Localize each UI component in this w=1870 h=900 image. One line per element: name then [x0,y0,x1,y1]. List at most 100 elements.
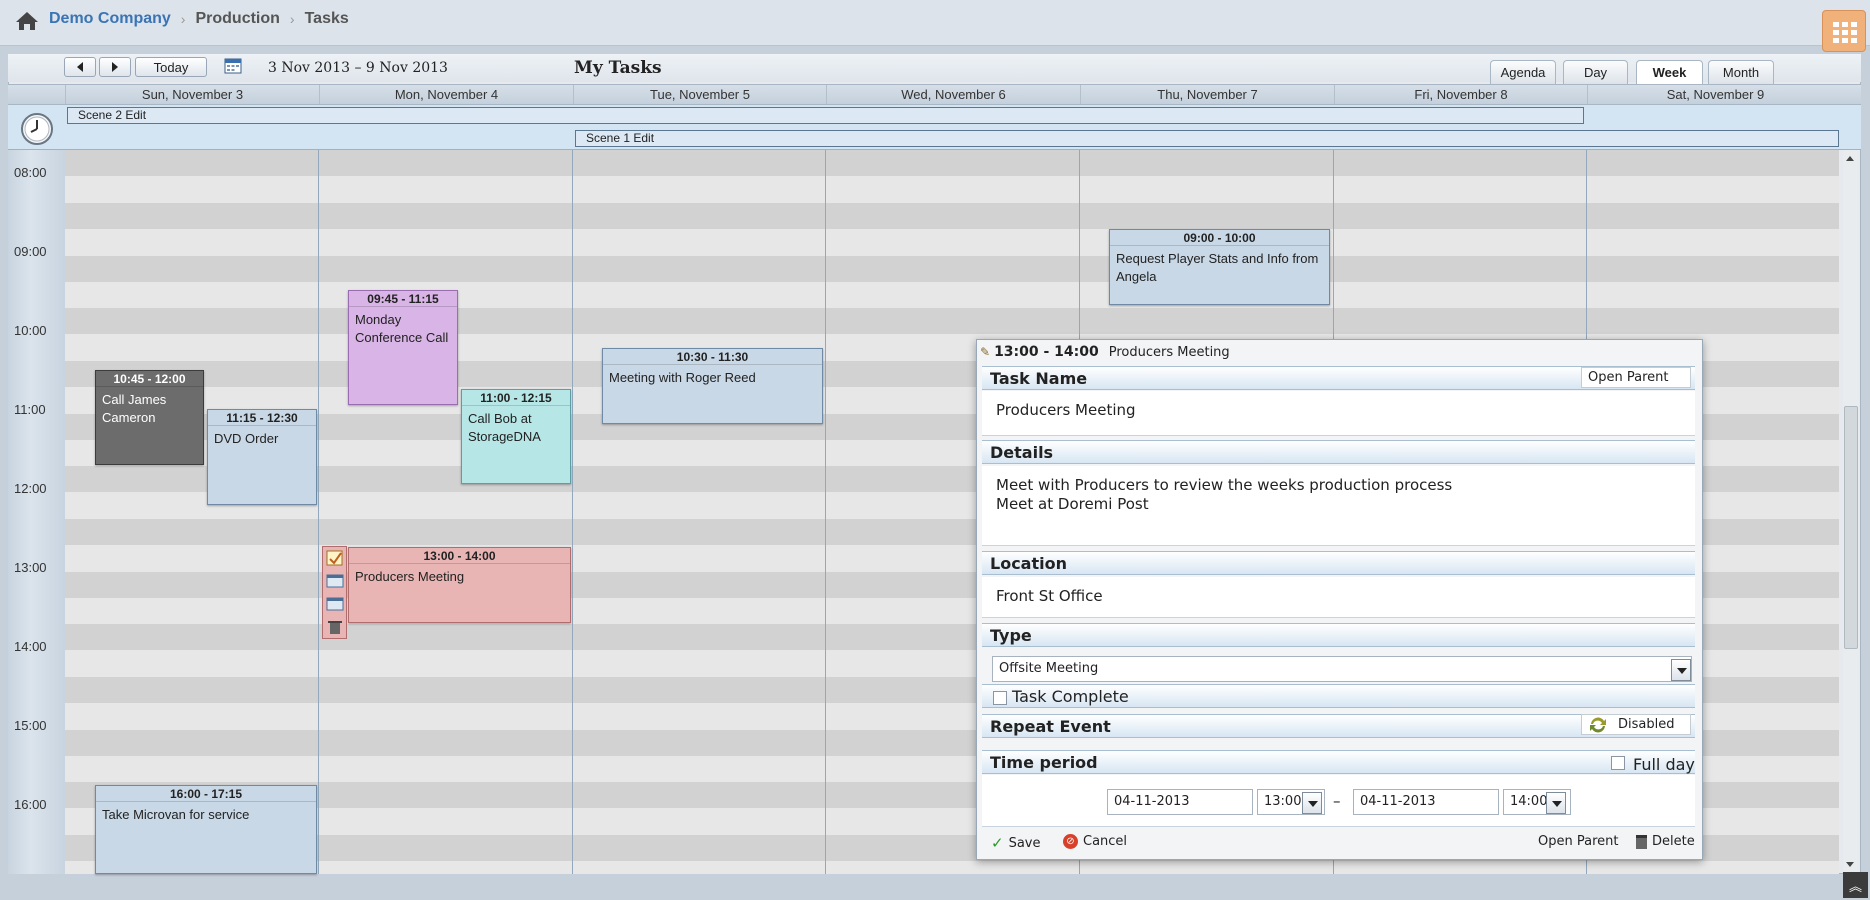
event-microvan[interactable]: 16:00 - 17:15 Take Microvan for service [95,785,317,874]
cancel-icon: ⊘ [1063,834,1078,849]
start-date-field[interactable]: 04-11-2013 [1107,789,1253,815]
editor-header-time: 13:00 - 14:00 [994,344,1099,360]
task-name-label: Task Name [990,369,1088,388]
save-button[interactable]: ✓ Save [991,834,1041,852]
tab-month[interactable]: Month [1708,60,1774,84]
save-label: Save [1008,835,1041,851]
calendar-title: My Tasks [574,58,662,78]
grid-icon [1833,22,1857,43]
tab-day[interactable]: Day [1563,60,1628,84]
chevron-down-icon[interactable] [1546,792,1566,814]
event-text: Meeting with Roger Reed [609,370,756,385]
event-time: 10:45 - 12:00 [96,371,203,387]
event-time: 11:15 - 12:30 [208,410,316,426]
scroll-up-icon[interactable] [1846,156,1854,161]
location-field[interactable]: Front St Office [982,577,1695,618]
clock-icon [21,113,53,145]
day-header-mon[interactable]: Mon, November 4 [319,85,573,104]
scroll-down-icon[interactable] [1846,862,1854,867]
event-request-stats[interactable]: 09:00 - 10:00 Request Player Stats and I… [1109,229,1330,305]
event-monday-conference[interactable]: 09:45 - 11:15 Monday Conference Call [348,290,458,405]
event-text: Producers Meeting [355,569,465,584]
day-header-tue[interactable]: Tue, November 5 [573,85,826,104]
triangle-left-icon [77,62,83,72]
event-text: Monday Conference Call [355,312,449,345]
details-line: Meet with Producers to review the weeks … [996,476,1453,494]
time-period-header: Time period [982,750,1695,774]
event-time: 09:45 - 11:15 [349,291,457,307]
calendar-view-icon[interactable] [326,596,344,612]
event-call-james[interactable]: 10:45 - 12:00 Call James Cameron [95,370,204,465]
details-line: Meet at Doremi Post [996,495,1149,513]
event-call-bob[interactable]: 11:00 - 12:15 Call Bob at StorageDNA [461,389,571,484]
full-day-label: Full day [1633,755,1695,774]
chevron-right-icon: › [289,11,295,27]
details-icon[interactable] [326,573,344,589]
task-complete-checkbox[interactable] [993,691,1007,705]
tab-agenda[interactable]: Agenda [1490,60,1556,84]
day-header-wed[interactable]: Wed, November 6 [826,85,1080,104]
chevron-right-icon: › [180,11,186,27]
scroll-top-button[interactable]: ︽ [1843,872,1868,898]
event-text: Request Player Stats and Info from Angel… [1116,251,1319,284]
range-separator: – [1333,792,1341,810]
end-date-field[interactable]: 04-11-2013 [1353,789,1499,815]
editor-header-title: Producers Meeting [1108,344,1230,360]
edit-icon[interactable] [326,550,344,566]
trash-icon[interactable] [326,619,344,635]
day-header-thu[interactable]: Thu, November 7 [1080,85,1334,104]
tab-week[interactable]: Week [1636,60,1703,84]
hour-label: 10:00 [14,323,47,338]
full-day-checkbox[interactable] [1611,756,1625,770]
task-name-field[interactable]: Producers Meeting [982,391,1695,436]
next-button[interactable] [99,57,131,77]
hour-label: 11:00 [14,402,46,417]
triangle-right-icon [112,62,118,72]
trash-icon [1636,834,1647,849]
home-icon[interactable] [14,10,40,32]
location-header: Location [982,551,1695,575]
allday-event-scene1[interactable]: Scene 1 Edit [575,130,1839,147]
day-header-fri[interactable]: Fri, November 8 [1334,85,1587,104]
cancel-label: Cancel [1083,834,1128,849]
open-parent-footer-button[interactable]: Open Parent [1538,834,1618,849]
chevron-down-icon[interactable] [1671,659,1691,681]
chevron-down-icon[interactable] [1302,792,1322,814]
details-field[interactable]: Meet with Producers to review the weeks … [982,466,1695,546]
apps-grid-button[interactable] [1822,10,1866,52]
event-time: 16:00 - 17:15 [96,786,316,802]
type-header: Type [982,623,1695,647]
type-select[interactable]: Offsite Meeting [992,656,1692,682]
task-complete-row: Task Complete [982,684,1695,708]
editor-header: ✎ 13:00 - 14:00 Producers Meeting [980,342,1700,362]
scrollbar-thumb[interactable] [1844,406,1858,649]
allday-event-scene2[interactable]: Scene 2 Edit [67,107,1584,124]
event-dvd-order[interactable]: 11:15 - 12:30 DVD Order [207,409,317,505]
event-action-bar [322,546,347,639]
event-producers-meeting[interactable]: 13:00 - 14:00 Producers Meeting [348,547,571,623]
open-parent-button[interactable]: Open Parent [1581,367,1691,388]
event-time: 13:00 - 14:00 [349,548,570,564]
hour-label: 14:00 [14,639,47,654]
prev-button[interactable] [64,57,96,77]
delete-button[interactable]: Delete [1636,834,1695,849]
event-roger-reed[interactable]: 10:30 - 11:30 Meeting with Roger Reed [602,348,823,424]
day-header-sun[interactable]: Sun, November 3 [65,85,319,104]
calendar-icon[interactable] [224,57,242,74]
day-header-sat[interactable]: Sat, November 9 [1587,85,1843,104]
hour-label: 16:00 [14,797,47,812]
check-icon: ✓ [991,834,1004,852]
breadcrumb-production[interactable]: Production [195,10,279,28]
event-text: DVD Order [214,431,279,446]
breadcrumb: Demo Company › Production › Tasks [49,10,349,28]
open-parent-footer-label: Open Parent [1538,834,1619,849]
repeat-icon [1590,717,1606,733]
date-range: 3 Nov 2013 – 9 Nov 2013 [268,60,448,76]
pencil-icon: ✎ [980,345,991,359]
breadcrumb-company[interactable]: Demo Company [49,10,171,28]
hour-label: 15:00 [14,718,47,733]
cancel-button[interactable]: ⊘ Cancel [1063,834,1127,849]
details-header: Details [982,440,1695,464]
today-button[interactable]: Today [135,57,207,77]
hour-label: 13:00 [14,560,47,575]
